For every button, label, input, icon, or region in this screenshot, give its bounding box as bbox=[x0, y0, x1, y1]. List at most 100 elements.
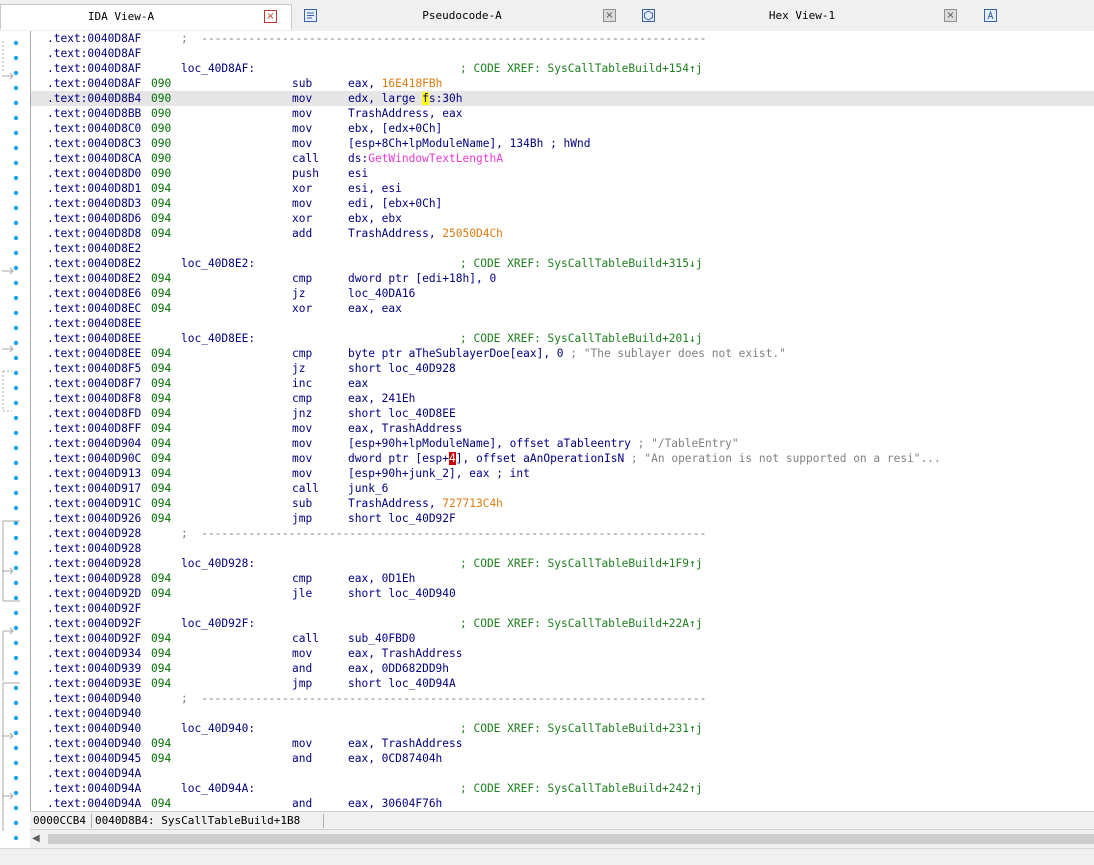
breakpoint-dot[interactable] bbox=[13, 685, 19, 691]
breakpoint-dot[interactable] bbox=[13, 55, 19, 61]
listing-line[interactable]: .text:0040D8F7 094 inc eax bbox=[31, 376, 1094, 391]
breakpoint-dot[interactable] bbox=[13, 655, 19, 661]
operands[interactable]: short loc_40D940 bbox=[348, 586, 456, 601]
operands[interactable]: eax, TrashAddress bbox=[348, 421, 463, 436]
operands[interactable]: ebx, [edx+0Ch] bbox=[348, 121, 442, 136]
operands[interactable]: esi bbox=[348, 166, 368, 181]
breakpoint-dot[interactable] bbox=[13, 835, 19, 841]
breakpoint-dot[interactable] bbox=[13, 760, 19, 766]
breakpoint-dot[interactable] bbox=[13, 160, 19, 166]
operands[interactable]: [esp+90h+lpModuleName], offset aTableent… bbox=[348, 436, 739, 451]
breakpoint-dot[interactable] bbox=[13, 70, 19, 76]
listing-line[interactable]: .text:0040D8AF ; ------------------------… bbox=[31, 31, 1094, 46]
listing-line[interactable]: .text:0040D945 094 and eax, 0CD87404h bbox=[31, 751, 1094, 766]
breakpoint-dot[interactable] bbox=[13, 205, 19, 211]
breakpoint-dot[interactable] bbox=[13, 565, 19, 571]
listing-line[interactable]: .text:0040D928 ; ------------------------… bbox=[31, 526, 1094, 541]
listing-line[interactable]: .text:0040D940 ; ------------------------… bbox=[31, 691, 1094, 706]
operands[interactable]: loc_40DA16 bbox=[348, 286, 415, 301]
operands[interactable]: short loc_40D94A bbox=[348, 676, 456, 691]
operands[interactable]: short loc_40D928 bbox=[348, 361, 456, 376]
code-label[interactable]: loc_40D92F: bbox=[181, 616, 255, 631]
listing-line[interactable]: .text:0040D940 094 mov eax, TrashAddress bbox=[31, 736, 1094, 751]
listing-line[interactable]: .text:0040D91C 094 sub TrashAddress, 727713… bbox=[31, 496, 1094, 511]
breakpoint-dot[interactable] bbox=[13, 115, 19, 121]
breakpoint-dot[interactable] bbox=[13, 475, 19, 481]
listing-line[interactable]: .text:0040D8FF 094 mov eax, TrashAddress bbox=[31, 421, 1094, 436]
listing-line[interactable]: .text:0040D917 094 call junk_6 bbox=[31, 481, 1094, 496]
breakpoint-dot[interactable] bbox=[13, 415, 19, 421]
tab-structures[interactable] bbox=[974, 4, 1094, 30]
breakpoint-dot[interactable] bbox=[13, 790, 19, 796]
breakpoint-dot[interactable] bbox=[13, 745, 19, 751]
listing-line[interactable]: .text:0040D934 094 mov eax, TrashAddress bbox=[31, 646, 1094, 661]
breakpoint-dot[interactable] bbox=[13, 265, 19, 271]
breakpoint-dot[interactable] bbox=[13, 595, 19, 601]
breakpoint-dot[interactable] bbox=[13, 400, 19, 406]
listing-line[interactable]: .text:0040D94A bbox=[31, 766, 1094, 781]
breakpoint-dot[interactable] bbox=[13, 490, 19, 496]
horizontal-scrollbar[interactable]: ◀ bbox=[30, 829, 1094, 848]
breakpoint-dot[interactable] bbox=[13, 535, 19, 541]
operands[interactable]: eax, TrashAddress bbox=[348, 736, 463, 751]
breakpoint-dot[interactable] bbox=[13, 85, 19, 91]
listing-line[interactable]: .text:0040D90C 094 mov dword ptr [esp+4], o… bbox=[31, 451, 1094, 466]
breakpoint-dot[interactable] bbox=[13, 430, 19, 436]
listing-line[interactable]: .text:0040D940 bbox=[31, 706, 1094, 721]
breakpoint-dot[interactable] bbox=[13, 550, 19, 556]
breakpoint-dot[interactable] bbox=[13, 220, 19, 226]
breakpoint-dot[interactable] bbox=[13, 640, 19, 646]
code-label[interactable]: loc_40D8EE: bbox=[181, 331, 255, 346]
listing-line[interactable]: .text:0040D8FD 094 jnz short loc_40D8EE bbox=[31, 406, 1094, 421]
code-label[interactable]: loc_40D940: bbox=[181, 721, 255, 736]
operands[interactable]: esi, esi bbox=[348, 181, 402, 196]
breakpoint-dot[interactable] bbox=[13, 325, 19, 331]
operands[interactable]: [esp+8Ch+lpModuleName], 134Bh ; hWnd bbox=[348, 136, 591, 151]
listing-line[interactable]: .text:0040D928 bbox=[31, 541, 1094, 556]
breakpoint-dot[interactable] bbox=[13, 805, 19, 811]
listing-line[interactable]: .text:0040D93E 094 jmp short loc_40D94A bbox=[31, 676, 1094, 691]
breakpoint-dot[interactable] bbox=[13, 175, 19, 181]
close-icon[interactable]: × bbox=[944, 9, 957, 22]
listing-line[interactable]: .text:0040D8D6 094 xor ebx, ebx bbox=[31, 211, 1094, 226]
operands[interactable]: sub_40FBD0 bbox=[348, 631, 415, 646]
scrollbar-thumb[interactable] bbox=[48, 834, 1094, 844]
breakpoint-dot[interactable] bbox=[13, 625, 19, 631]
breakpoint-dot[interactable] bbox=[13, 280, 19, 286]
listing-line[interactable]: .text:0040D8E2 094 cmp dword ptr [edi+18h],… bbox=[31, 271, 1094, 286]
listing-line[interactable]: .text:0040D8EE loc_40D8EE: ; CODE XREF: Sy… bbox=[31, 331, 1094, 346]
breakpoint-dot[interactable] bbox=[13, 40, 19, 46]
breakpoint-dot[interactable] bbox=[13, 250, 19, 256]
breakpoint-dot[interactable] bbox=[13, 445, 19, 451]
code-label[interactable]: loc_40D928: bbox=[181, 556, 255, 571]
operands[interactable]: eax, 241Eh bbox=[348, 391, 415, 406]
breakpoint-dot[interactable] bbox=[13, 580, 19, 586]
breakpoint-dot[interactable] bbox=[13, 310, 19, 316]
operands[interactable]: [esp+90h+junk_2], eax ; int bbox=[348, 466, 530, 481]
operands[interactable]: junk_6 bbox=[348, 481, 388, 496]
operands[interactable]: eax, 30604F76h bbox=[348, 796, 442, 811]
breakpoint-dot[interactable] bbox=[13, 385, 19, 391]
tab-hex-view-1[interactable]: Hex View-1 × bbox=[632, 4, 972, 30]
code-label[interactable]: loc_40D8AF: bbox=[181, 61, 255, 76]
operands[interactable]: ds:GetWindowTextLengthA bbox=[348, 151, 503, 166]
tab-pseudocode-a[interactable]: Pseudocode-A × bbox=[294, 4, 630, 30]
operands[interactable]: edx, large fs:30h bbox=[348, 91, 463, 106]
breakpoint-dot[interactable] bbox=[13, 355, 19, 361]
listing-line[interactable]: .text:0040D8AF bbox=[31, 46, 1094, 61]
listing-line[interactable]: .text:0040D8EE 094 cmp byte ptr aTheSublaye… bbox=[31, 346, 1094, 361]
operands[interactable]: dword ptr [edi+18h], 0 bbox=[348, 271, 496, 286]
breakpoint-dot[interactable] bbox=[13, 460, 19, 466]
listing-line[interactable]: .text:0040D94A 094 and eax, 30604F76h bbox=[31, 796, 1094, 811]
breakpoint-dot[interactable] bbox=[13, 715, 19, 721]
code-label[interactable]: loc_40D94A: bbox=[181, 781, 255, 796]
listing-line[interactable]: .text:0040D8D0 090 push esi bbox=[31, 166, 1094, 181]
listing-line[interactable]: .text:0040D8CA 090 call ds:GetWindowTextLen… bbox=[31, 151, 1094, 166]
breakpoint-dot[interactable] bbox=[13, 370, 19, 376]
operands[interactable]: eax, 0CD87404h bbox=[348, 751, 442, 766]
listing-line[interactable]: .text:0040D928 094 cmp eax, 0D1Eh bbox=[31, 571, 1094, 586]
breakpoint-dot[interactable] bbox=[13, 295, 19, 301]
listing-line[interactable]: .text:0040D8E2 bbox=[31, 241, 1094, 256]
listing-line[interactable]: .text:0040D8AF loc_40D8AF: ; CODE XREF: Sy… bbox=[31, 61, 1094, 76]
operands[interactable]: eax, TrashAddress bbox=[348, 646, 463, 661]
